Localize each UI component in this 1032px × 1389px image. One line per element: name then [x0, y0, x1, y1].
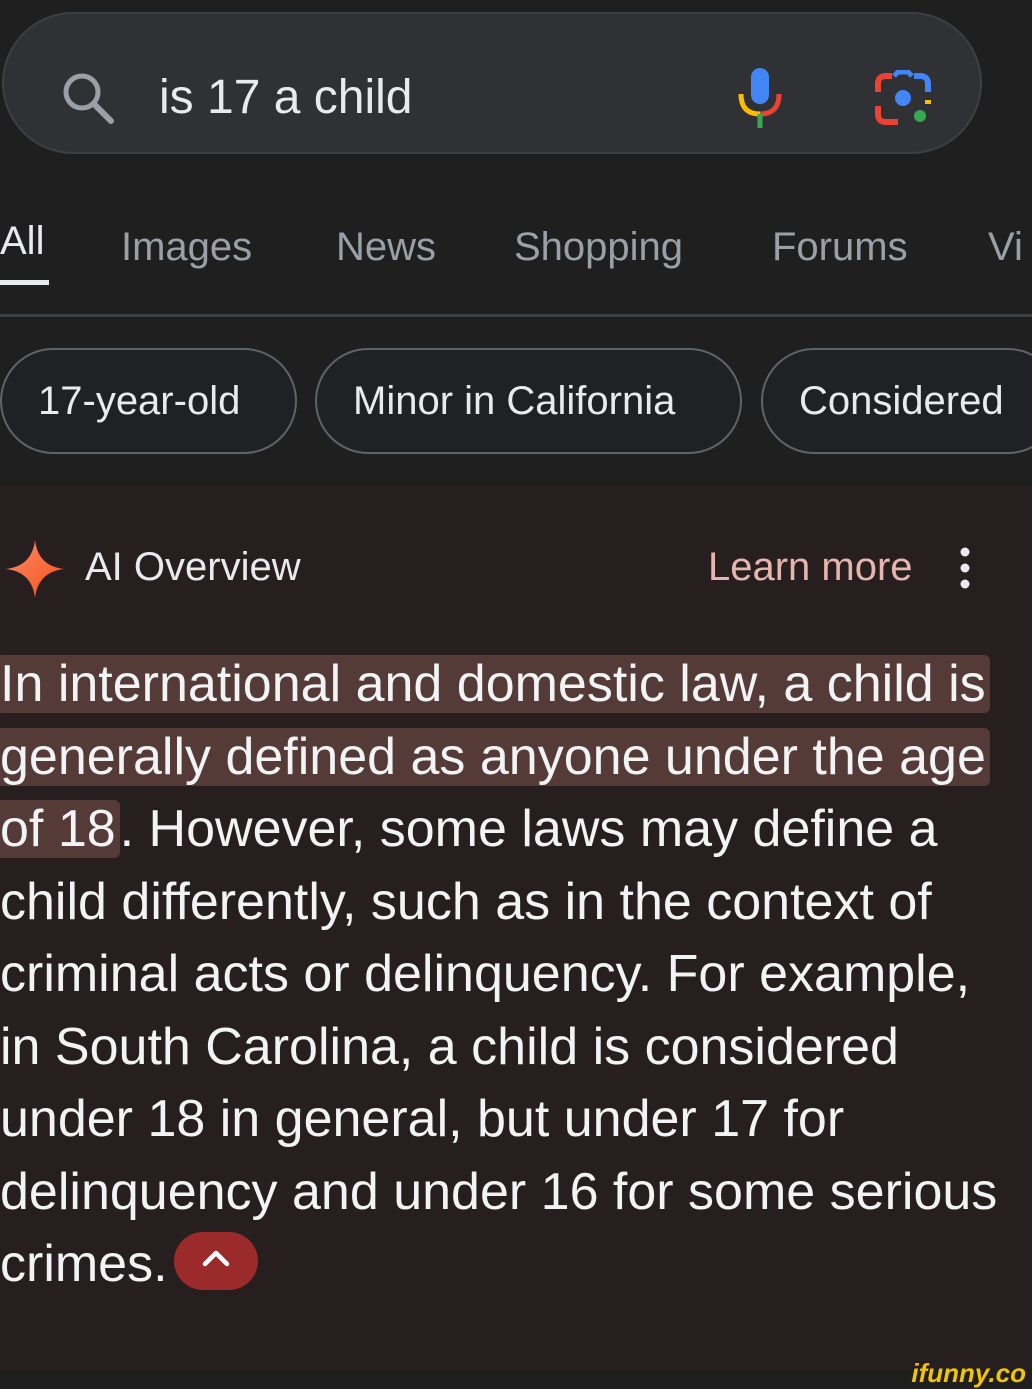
divider [0, 314, 1032, 317]
mic-icon[interactable] [736, 66, 784, 130]
tab-images[interactable]: Images [121, 224, 252, 270]
more-vert-icon[interactable] [955, 547, 975, 589]
search-bar[interactable]: is 17 a child [2, 12, 982, 154]
search-tabs: All Images News Shopping Forums Vi [0, 200, 1032, 318]
collapse-button[interactable] [173, 1232, 258, 1291]
tab-forums[interactable]: Forums [772, 224, 908, 270]
ai-overview-body: . However, some laws may define a child … [0, 800, 998, 1293]
tab-all[interactable]: All [0, 218, 44, 264]
search-icon[interactable] [60, 70, 116, 126]
chip-17-year-old[interactable]: 17-year-old [0, 348, 297, 454]
tab-videos[interactable]: Vi [988, 224, 1023, 270]
ai-overview-title: AI Overview [85, 545, 301, 589]
watermark: ifunny.co [911, 1358, 1026, 1388]
chevron-up-icon [202, 1251, 229, 1267]
tab-news[interactable]: News [336, 224, 436, 270]
spark-icon [6, 540, 64, 598]
chip-considered[interactable]: Considered [761, 348, 1032, 454]
chip-minor-in-california[interactable]: Minor in California [315, 348, 742, 454]
learn-more-link[interactable]: Learn more [708, 544, 913, 590]
active-tab-indicator [0, 280, 49, 285]
search-input[interactable]: is 17 a child [159, 70, 412, 126]
ai-overview-text: In international and domestic law, a chi… [0, 648, 1010, 1301]
lens-icon[interactable] [874, 70, 932, 128]
tab-shopping[interactable]: Shopping [514, 224, 683, 270]
